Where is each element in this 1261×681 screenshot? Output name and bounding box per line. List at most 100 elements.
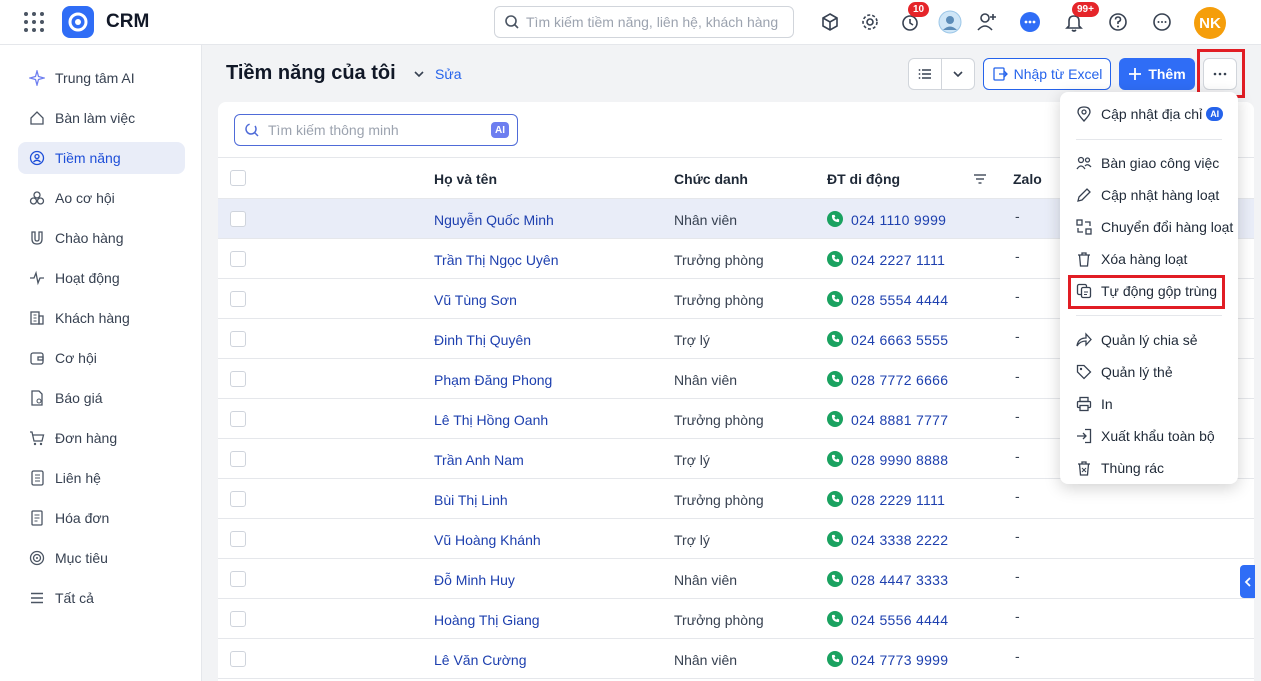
- lead-name-link[interactable]: Đỗ Minh Huy: [434, 572, 515, 588]
- row-checkbox[interactable]: [230, 291, 246, 307]
- sidebar-item-leads[interactable]: Tiềm năng: [18, 142, 185, 174]
- sidebar-item-opportunity-pool[interactable]: Ao cơ hội: [18, 182, 185, 214]
- table-row[interactable]: Vũ Hoàng Khánh Trợ lý 024 3338 2222 -: [218, 519, 1254, 559]
- menu-item-manage-tags[interactable]: Quản lý thẻ: [1060, 358, 1238, 386]
- lead-name-link[interactable]: Vũ Hoàng Khánh: [434, 532, 541, 548]
- sidebar-item-orders[interactable]: Đơn hàng: [18, 422, 185, 454]
- sidebar-item-label: Tất cả: [55, 590, 94, 606]
- sidebar-item-quotes[interactable]: Báo giá: [18, 382, 185, 414]
- add-lead-button[interactable]: Thêm: [1119, 58, 1195, 90]
- lead-name-link[interactable]: Đinh Thị Quyên: [434, 332, 531, 348]
- more-apps-icon[interactable]: [1150, 10, 1174, 34]
- collapse-panel-button[interactable]: [1240, 565, 1255, 598]
- menu-item-bulk-convert[interactable]: Chuyển đổi hàng loạt: [1060, 213, 1238, 241]
- more-actions-button[interactable]: [1203, 58, 1237, 90]
- row-checkbox[interactable]: [230, 411, 246, 427]
- menu-item-handover[interactable]: Bàn giao công việc: [1060, 149, 1238, 177]
- lead-zalo: -: [1015, 208, 1020, 224]
- row-checkbox[interactable]: [230, 451, 246, 467]
- sidebar-item-opportunities[interactable]: Cơ hội: [18, 342, 185, 374]
- lead-name-link[interactable]: Phạm Đăng Phong: [434, 372, 552, 388]
- reminder-clock-icon[interactable]: 10: [898, 2, 930, 34]
- apps-grid-icon[interactable]: [24, 12, 44, 32]
- smart-search-input[interactable]: [268, 122, 483, 138]
- select-all-checkbox[interactable]: [230, 170, 246, 186]
- sidebar-item-label: Hóa đơn: [55, 510, 110, 526]
- row-checkbox[interactable]: [230, 251, 246, 267]
- global-search-input[interactable]: [526, 14, 786, 30]
- help-icon[interactable]: [1106, 10, 1130, 34]
- add-user-icon[interactable]: [975, 10, 999, 34]
- phone-link[interactable]: 024 7773 9999: [827, 649, 948, 668]
- package-icon[interactable]: [818, 10, 842, 34]
- chat-icon[interactable]: [1018, 10, 1042, 34]
- row-checkbox[interactable]: [230, 491, 246, 507]
- list-view-button[interactable]: [909, 59, 942, 89]
- row-checkbox[interactable]: [230, 531, 246, 547]
- profile-avatar[interactable]: NK: [1194, 7, 1226, 39]
- menu-item-export-all[interactable]: Xuất khẩu toàn bộ: [1060, 422, 1238, 450]
- notification-bell-icon[interactable]: 99+: [1062, 2, 1099, 34]
- column-header-title[interactable]: Chức danh: [674, 171, 748, 187]
- edit-view-link[interactable]: Sửa: [435, 66, 462, 82]
- lead-name-link[interactable]: Lê Thị Hồng Oanh: [434, 412, 548, 428]
- sidebar-item-goals[interactable]: Mục tiêu: [18, 542, 185, 574]
- row-checkbox[interactable]: [230, 331, 246, 347]
- sidebar-item-ai-center[interactable]: Trung tâm AI: [18, 62, 185, 94]
- sidebar-item-contacts[interactable]: Liên hệ: [18, 462, 185, 494]
- row-checkbox[interactable]: [230, 571, 246, 587]
- table-row[interactable]: Lê Văn Cường Nhân viên 024 7773 9999 -: [218, 639, 1254, 679]
- column-header-name[interactable]: Họ và tên: [434, 171, 497, 187]
- phone-link[interactable]: 028 9990 8888: [827, 449, 948, 468]
- phone-link[interactable]: 024 6663 5555: [827, 329, 948, 348]
- settings-gear-icon[interactable]: [858, 10, 882, 34]
- lead-name-link[interactable]: Hoàng Thị Giang: [434, 612, 540, 628]
- chevron-left-icon: [1244, 576, 1251, 587]
- menu-item-update-address[interactable]: Cập nhật địa chỉ AI: [1060, 100, 1238, 128]
- sidebar-item-invoices[interactable]: Hóa đơn: [18, 502, 185, 534]
- filter-icon[interactable]: [973, 172, 987, 186]
- phone-link[interactable]: 024 2227 1111: [827, 249, 945, 268]
- view-dropdown-button[interactable]: [942, 59, 974, 89]
- lead-name-link[interactable]: Bùi Thị Linh: [434, 492, 508, 508]
- sidebar-item-offers[interactable]: Chào hàng: [18, 222, 185, 254]
- phone-link[interactable]: 028 4447 3333: [827, 569, 948, 588]
- phone-link[interactable]: 024 1110 9999: [827, 209, 946, 228]
- table-row[interactable]: Bùi Thị Linh Trưởng phòng 028 2229 1111 -: [218, 479, 1254, 519]
- chevron-down-icon[interactable]: [413, 68, 425, 80]
- menu-item-recycle-bin[interactable]: Thùng rác: [1060, 454, 1238, 482]
- phone-link[interactable]: 024 5556 4444: [827, 609, 948, 628]
- row-checkbox[interactable]: [230, 211, 246, 227]
- lead-name-link[interactable]: Trần Anh Nam: [434, 452, 524, 468]
- user-avatar-icon[interactable]: [938, 10, 962, 34]
- column-header-phone[interactable]: ĐT di động: [827, 171, 900, 187]
- menu-item-manage-sharing[interactable]: Quản lý chia sẻ: [1060, 326, 1238, 354]
- lead-name-link[interactable]: Trần Thị Ngọc Uyên: [434, 252, 559, 268]
- phone-link[interactable]: 024 3338 2222: [827, 529, 948, 548]
- sidebar-item-customers[interactable]: Khách hàng: [18, 302, 185, 334]
- phone-link[interactable]: 028 7772 6666: [827, 369, 948, 388]
- lead-name-link[interactable]: Lê Văn Cường: [434, 652, 527, 668]
- import-excel-button[interactable]: Nhập từ Excel: [983, 58, 1111, 90]
- sidebar-item-workspace[interactable]: Bàn làm việc: [18, 102, 185, 134]
- merge-icon: [1076, 283, 1092, 299]
- phone-link[interactable]: 028 5554 4444: [827, 289, 948, 308]
- table-row[interactable]: Đỗ Minh Huy Nhân viên 028 4447 3333 -: [218, 559, 1254, 599]
- sidebar-item-activities[interactable]: Hoạt động: [18, 262, 185, 294]
- phone-link[interactable]: 028 2229 1111: [827, 489, 945, 508]
- menu-item-auto-merge-duplicates[interactable]: Tự động gộp trùng: [1060, 277, 1238, 305]
- menu-item-print[interactable]: In: [1060, 390, 1238, 418]
- row-checkbox[interactable]: [230, 651, 246, 667]
- lead-name-link[interactable]: Nguyễn Quốc Minh: [434, 212, 554, 228]
- sidebar-item-all[interactable]: Tất cả: [18, 582, 185, 614]
- column-header-zalo[interactable]: Zalo: [1013, 171, 1042, 187]
- lead-name-link[interactable]: Vũ Tùng Sơn: [434, 292, 517, 308]
- row-checkbox[interactable]: [230, 371, 246, 387]
- global-search[interactable]: [494, 6, 794, 38]
- row-checkbox[interactable]: [230, 611, 246, 627]
- table-row[interactable]: Hoàng Thị Giang Trưởng phòng 024 5556 4444…: [218, 599, 1254, 639]
- phone-link[interactable]: 024 8881 7777: [827, 409, 948, 428]
- menu-item-bulk-update[interactable]: Cập nhật hàng loạt: [1060, 181, 1238, 209]
- smart-search[interactable]: AI: [234, 114, 518, 146]
- menu-item-bulk-delete[interactable]: Xóa hàng loạt: [1060, 245, 1238, 273]
